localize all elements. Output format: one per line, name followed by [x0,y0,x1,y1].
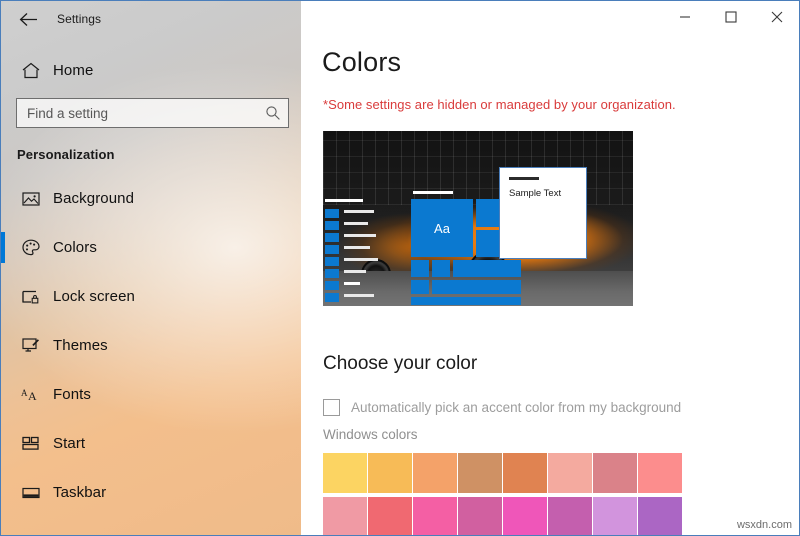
window-controls [662,1,800,33]
windows-colors-label: Windows colors [323,427,418,442]
color-swatch[interactable] [593,453,637,493]
close-icon[interactable] [754,1,800,33]
color-swatch[interactable] [458,497,502,536]
search-input[interactable]: Find a setting [16,98,289,128]
sidebar-titlebar: Settings [1,1,301,37]
preview-start-list [325,207,407,303]
sidebar-nav-list: Background Colors [1,181,301,524]
sidebar-item-fonts-label: Fonts [53,386,91,403]
svg-text:A: A [28,389,37,403]
sidebar-item-start-label: Start [53,435,85,452]
sidebar-item-taskbar[interactable]: Taskbar [1,475,301,510]
taskbar-icon [9,486,53,500]
maximize-icon[interactable] [708,1,754,33]
color-swatch[interactable] [368,453,412,493]
sidebar: Settings Home Find a setting Personaliza… [1,1,301,536]
sidebar-item-colors-label: Colors [53,239,97,256]
org-managed-warning: *Some settings are hidden or managed by … [323,97,676,112]
choose-your-color-heading: Choose your color [323,353,477,375]
preview-sample-window: Sample Text [499,167,587,259]
sidebar-item-taskbar-label: Taskbar [53,484,106,501]
color-swatch[interactable] [413,453,457,493]
minimize-icon[interactable] [662,1,708,33]
fonts-icon: A A [9,387,53,403]
picture-icon [9,191,53,207]
sidebar-item-home-label: Home [53,62,93,79]
sidebar-section-title: Personalization [17,147,115,162]
back-arrow-icon[interactable] [5,3,51,35]
start-tiles-icon [9,436,53,451]
color-swatch[interactable] [548,453,592,493]
app-title: Settings [57,12,101,26]
sidebar-item-colors[interactable]: Colors [1,230,301,265]
sidebar-item-fonts[interactable]: A A Fonts [1,377,301,412]
color-swatch[interactable] [368,497,412,536]
page-title: Colors [322,47,401,78]
sidebar-item-background-label: Background [53,190,134,207]
sidebar-item-themes[interactable]: Themes [1,328,301,363]
watermark: wsxdn.com [737,519,792,531]
palette-icon [9,239,53,256]
themes-icon [9,337,53,354]
sidebar-item-lock-screen[interactable]: Lock screen [1,279,301,314]
windows-color-swatches [323,453,683,536]
color-swatch[interactable] [503,497,547,536]
color-swatch[interactable] [503,453,547,493]
color-swatch[interactable] [638,453,682,493]
home-icon [9,62,53,79]
search-placeholder: Find a setting [17,106,258,121]
lock-screen-icon [9,289,53,305]
auto-accent-checkbox[interactable] [323,399,340,416]
color-preview: Aa Sample Text [323,131,633,306]
preview-dialog-titlebar [509,177,539,180]
color-swatch[interactable] [638,497,682,536]
color-swatch[interactable] [413,497,457,536]
settings-window: Settings Home Find a setting Personaliza… [0,0,800,536]
color-swatch[interactable] [323,453,367,493]
sidebar-item-home[interactable]: Home [1,53,301,87]
auto-accent-checkbox-row[interactable]: Automatically pick an accent color from … [323,399,681,416]
sidebar-item-lock-screen-label: Lock screen [53,288,135,305]
main-content: Colors *Some settings are hidden or mana… [301,1,800,536]
sidebar-item-start[interactable]: Start [1,426,301,461]
svg-text:A: A [21,388,28,398]
selected-indicator [1,232,5,263]
color-swatch[interactable] [548,497,592,536]
color-swatch[interactable] [458,453,502,493]
sidebar-item-themes-label: Themes [53,337,108,354]
sidebar-item-background[interactable]: Background [1,181,301,216]
preview-sample-text: Sample Text [509,188,561,199]
preview-tile-letter: Aa [411,221,473,236]
auto-accent-label: Automatically pick an accent color from … [351,400,681,415]
color-swatch[interactable] [323,497,367,536]
search-icon[interactable] [258,105,288,121]
color-swatch[interactable] [593,497,637,536]
